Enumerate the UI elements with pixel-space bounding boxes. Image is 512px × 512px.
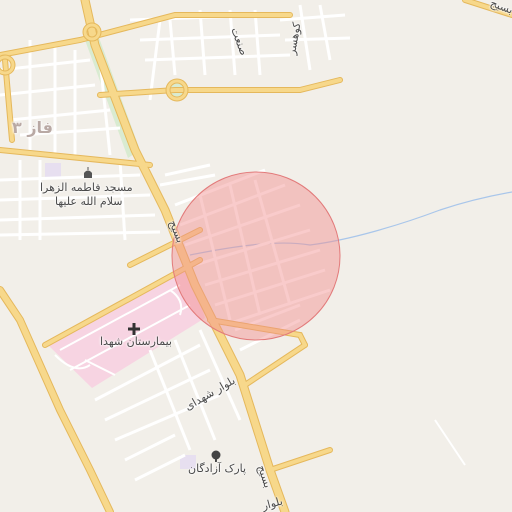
location-accuracy-circle[interactable] (171, 171, 341, 341)
mosque-icon[interactable] (82, 164, 94, 178)
mosque-area (45, 163, 61, 177)
hospital-cross-icon[interactable] (128, 320, 140, 335)
hospital-label: بیمارستان شهدا (100, 335, 172, 348)
park-label: پارک آزادگان (188, 462, 247, 475)
district-label: فاز ۳ (12, 118, 54, 137)
mosque-label-line2: سلام الله علیها (55, 195, 123, 208)
map-view[interactable]: فاز ۳ مسجد فاطمه الزهرا سلام الله علیها … (0, 0, 512, 512)
mosque-label-line1: مسجد فاطمه الزهرا (40, 181, 133, 194)
tree-icon[interactable] (210, 447, 222, 462)
map-canvas (0, 0, 512, 512)
